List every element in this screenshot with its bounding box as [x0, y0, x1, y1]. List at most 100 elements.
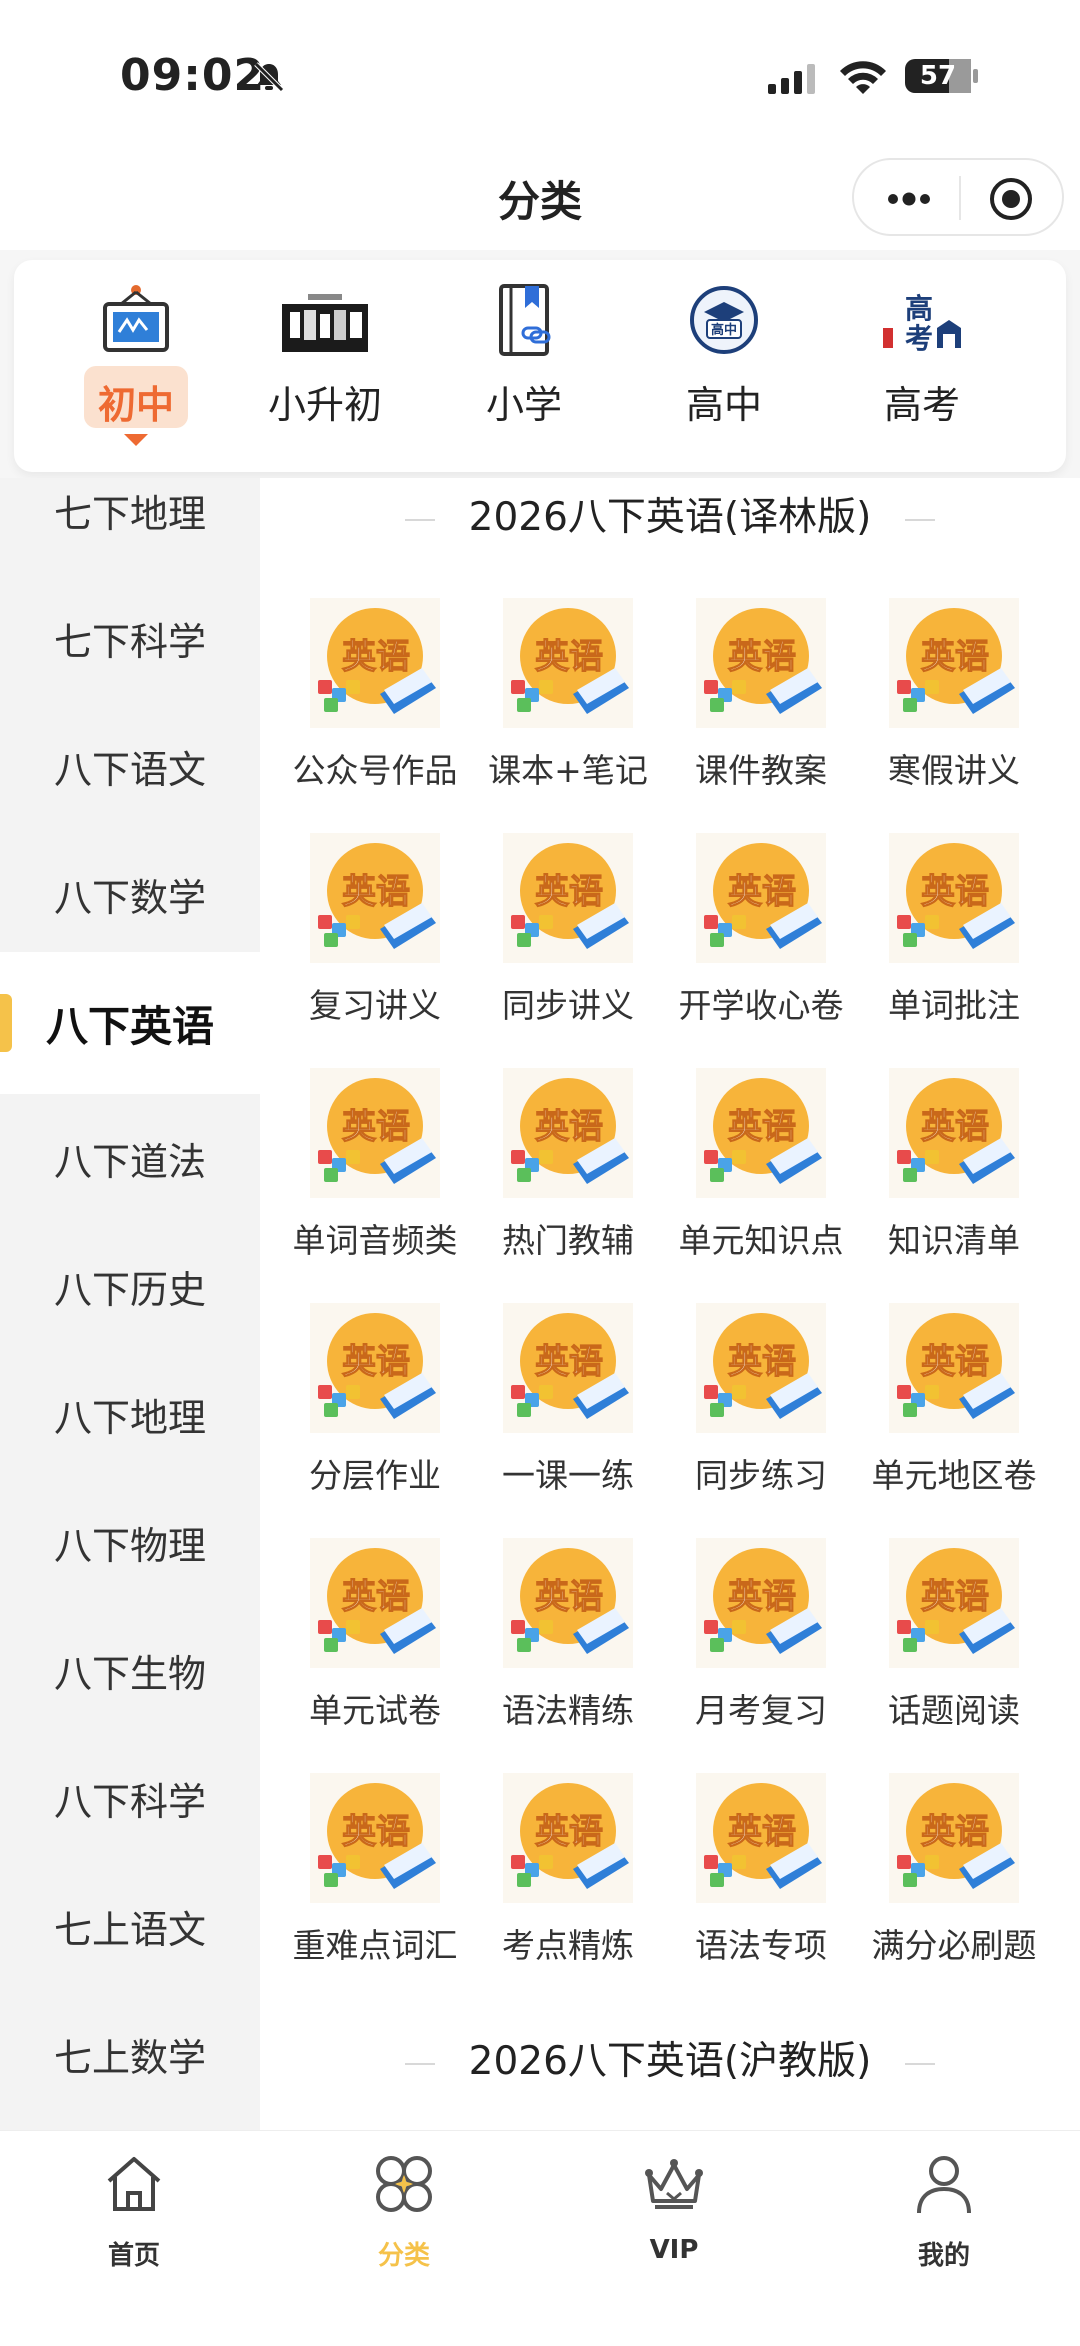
- level-tab-senior-high[interactable]: 高中 高中: [634, 282, 814, 452]
- tile-icon-text: 英语: [342, 872, 410, 912]
- resource-tile-label: 满分必刷题: [871, 1926, 1037, 1965]
- sidebar-item[interactable]: 八下地理: [0, 1350, 260, 1478]
- resource-tile-label: 一课一练: [502, 1456, 634, 1495]
- resource-tile-label: 话题阅读: [888, 1691, 1020, 1730]
- resource-tile[interactable]: 英语 同步讲义: [473, 833, 663, 1033]
- sidebar-item[interactable]: 八下道法: [0, 1094, 260, 1222]
- category-icon: [376, 2156, 432, 2212]
- resource-tile[interactable]: 英语 话题阅读: [859, 1538, 1049, 1738]
- resource-tile[interactable]: 英语 复习讲义: [280, 833, 470, 1033]
- tile-icon-text: 英语: [535, 1577, 603, 1617]
- resource-tile-label: 课件教案: [695, 751, 827, 790]
- resource-tile[interactable]: 英语 单元试卷: [280, 1538, 470, 1738]
- sidebar-item-label: 八下历史: [53, 1267, 206, 1312]
- close-target-icon[interactable]: [988, 176, 1034, 222]
- sidebar-item[interactable]: 八下物理: [0, 1478, 260, 1606]
- resource-tile[interactable]: 英语 月考复习: [666, 1538, 856, 1738]
- sidebar-item[interactable]: 七下地理: [0, 478, 260, 574]
- resource-tile-label: 重难点词汇: [292, 1926, 458, 1965]
- resource-tile-label: 同步练习: [695, 1456, 827, 1495]
- sidebar-item-active[interactable]: 八下英语: [0, 952, 260, 1094]
- level-category-bar: 初中 小升初 小学 高中 高中 高 考 高考: [0, 250, 1080, 478]
- sidebar-item-label: 七下科学: [53, 619, 206, 664]
- navigation-bar: 分类: [0, 150, 1080, 250]
- sidebar-item[interactable]: 七上数学: [0, 1990, 260, 2118]
- english-book-icon: 英语: [889, 833, 1019, 963]
- english-book-icon: 英语: [503, 598, 633, 728]
- level-tab-primary-to-junior[interactable]: 小升初: [235, 282, 415, 452]
- resource-tile[interactable]: 英语 分层作业: [280, 1303, 470, 1503]
- level-tab-primary[interactable]: 小学: [434, 282, 614, 452]
- bookmark-book-icon: [499, 284, 551, 356]
- tab-vip[interactable]: VIP: [574, 2151, 774, 2281]
- english-book-icon: 英语: [310, 1303, 440, 1433]
- tile-icon-text: 英语: [728, 1812, 796, 1852]
- sidebar-item[interactable]: 八下数学: [0, 830, 260, 958]
- english-book-icon: 英语: [310, 1068, 440, 1198]
- active-indicator: [0, 994, 12, 1052]
- level-tab-gaokao[interactable]: 高 考 高考: [832, 282, 1012, 452]
- level-category-panel: 初中 小升初 小学 高中 高中 高 考 高考: [14, 260, 1066, 472]
- sidebar-item[interactable]: 八下语文: [0, 702, 260, 830]
- resource-tile[interactable]: 英语 考点精炼: [473, 1773, 663, 1973]
- sidebar-item[interactable]: 八下历史: [0, 1222, 260, 1350]
- battery-indicator: 57: [904, 56, 980, 96]
- sidebar-item[interactable]: 七下科学: [0, 574, 260, 702]
- resource-tile[interactable]: 英语 热门教辅: [473, 1068, 663, 1268]
- resource-tile[interactable]: 英语 语法精练: [473, 1538, 663, 1738]
- sidebar-item[interactable]: 七上语文: [0, 1862, 260, 1990]
- tile-icon-text: 英语: [921, 872, 989, 912]
- more-options-icon[interactable]: [884, 182, 934, 216]
- resource-tile[interactable]: 英语 公众号作品: [280, 598, 470, 798]
- tab-home[interactable]: 首页: [34, 2151, 234, 2281]
- tile-icon-text: 英语: [535, 1107, 603, 1147]
- tab-label: VIP: [649, 2235, 699, 2265]
- resource-tile-label: 同步讲义: [502, 986, 634, 1025]
- resource-tile[interactable]: 英语 课本+笔记: [473, 598, 663, 798]
- english-book-icon: 英语: [310, 598, 440, 728]
- active-caret: [124, 434, 148, 446]
- title-dash: [905, 518, 936, 521]
- resource-tile-label: 寒假讲义: [888, 751, 1020, 790]
- tab-category[interactable]: 分类: [304, 2151, 504, 2281]
- sidebar-item[interactable]: 八下生物: [0, 1606, 260, 1734]
- section-title: 2026八下英语(译林版): [260, 486, 1080, 542]
- resource-tile[interactable]: 英语 单词音频类: [280, 1068, 470, 1268]
- svg-text:考: 考: [905, 322, 933, 355]
- english-book-icon: 英语: [889, 1538, 1019, 1668]
- resource-tile[interactable]: 英语 单元地区卷: [859, 1303, 1049, 1503]
- resource-tile[interactable]: 英语 满分必刷题: [859, 1773, 1049, 1973]
- resource-tile[interactable]: 英语 单词批注: [859, 833, 1049, 1033]
- resource-tile-label: 单词音频类: [292, 1221, 458, 1260]
- english-book-icon: 英语: [503, 833, 633, 963]
- resource-tile[interactable]: 英语 重难点词汇: [280, 1773, 470, 1973]
- sidebar-item-label: 七上语文: [53, 1907, 206, 1952]
- tile-icon-text: 英语: [728, 637, 796, 677]
- resource-tile[interactable]: 英语 寒假讲义: [859, 598, 1049, 798]
- level-tab-junior-high[interactable]: 初中: [46, 282, 226, 452]
- resource-tile[interactable]: 英语 单元知识点: [666, 1068, 856, 1268]
- english-book-icon: 英语: [889, 1303, 1019, 1433]
- resource-tile[interactable]: 英语 开学收心卷: [666, 833, 856, 1033]
- gaokao-logo-icon: 高 考: [883, 292, 961, 355]
- resource-tile[interactable]: 英语 知识清单: [859, 1068, 1049, 1268]
- english-book-icon: 英语: [696, 833, 826, 963]
- sidebar-item-label: 七下地理: [53, 491, 206, 536]
- resource-grid-panel: 2026八下英语(译林版) 英语 公众号作品 英语 课本+笔记 英语 课件教案 英语 寒假讲义…: [260, 478, 1080, 2130]
- sidebar-item-label: 八下数学: [53, 875, 206, 920]
- english-book-icon: 英语: [889, 1773, 1019, 1903]
- tile-icon-text: 英语: [342, 637, 410, 677]
- resource-tile[interactable]: 英语 一课一练: [473, 1303, 663, 1503]
- tab-label: 分类: [377, 2241, 430, 2271]
- promo-banner-icon: [282, 294, 368, 352]
- resource-tile[interactable]: 英语 同步练习: [666, 1303, 856, 1503]
- resource-tile[interactable]: 英语 语法专项: [666, 1773, 856, 1973]
- tile-icon-text: 英语: [535, 1812, 603, 1852]
- resource-tile[interactable]: 英语 课件教案: [666, 598, 856, 798]
- status-time: 09:02: [120, 50, 266, 101]
- level-tab-label: 高考: [883, 383, 960, 427]
- tab-profile[interactable]: 我的: [844, 2151, 1044, 2281]
- resource-tile-label: 知识清单: [888, 1221, 1020, 1260]
- english-book-icon: 英语: [503, 1773, 633, 1903]
- sidebar-item[interactable]: 八下科学: [0, 1734, 260, 1862]
